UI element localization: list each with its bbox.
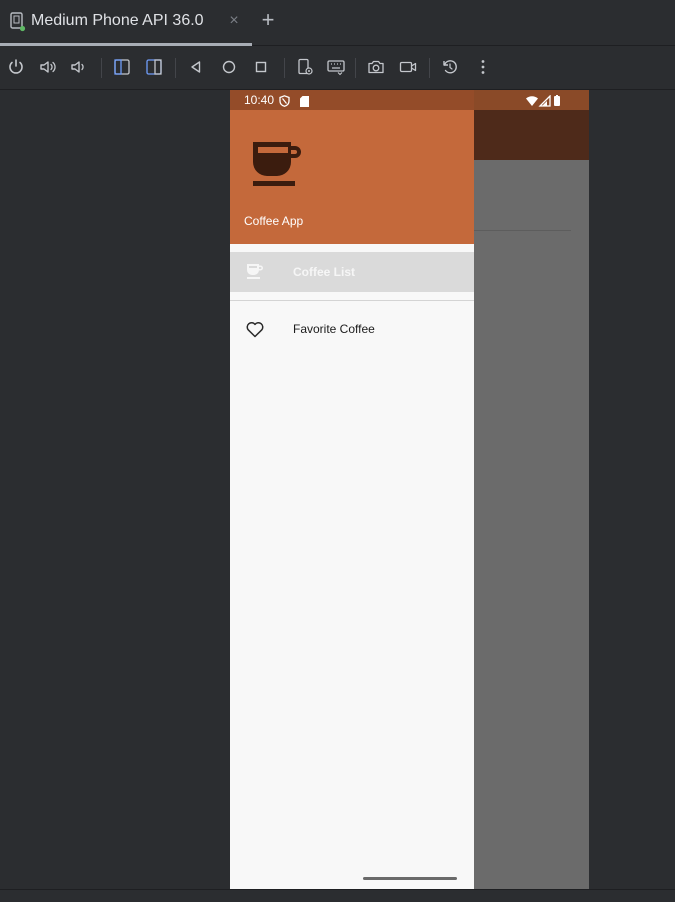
- back-icon[interactable]: [186, 57, 206, 77]
- toolbar-separator: [355, 58, 356, 78]
- add-tab-icon[interactable]: +: [259, 9, 277, 31]
- drawer-item-label: Favorite Coffee: [293, 322, 375, 336]
- drawer-divider: [230, 300, 474, 301]
- rotate-left-icon[interactable]: [112, 57, 132, 77]
- toolbar-separator: [101, 58, 102, 78]
- shield-icon: [279, 94, 290, 107]
- coffee-cup-icon: [250, 140, 304, 190]
- camera-icon[interactable]: [366, 57, 386, 77]
- volume-down-icon[interactable]: [69, 57, 89, 77]
- extended-controls-icon[interactable]: [295, 57, 315, 77]
- home-icon[interactable]: [219, 57, 239, 77]
- coffee-cup-icon: [245, 263, 265, 281]
- drawer-item-favorite-coffee[interactable]: Favorite Coffee: [230, 309, 474, 349]
- toolbar-separator: [429, 58, 430, 78]
- tab-bar: Medium Phone API 36.0 × +: [0, 0, 675, 46]
- navigation-drawer: 10:40 Coffee App Coffee List Favorite Co…: [230, 90, 474, 889]
- rotate-right-icon[interactable]: [144, 57, 164, 77]
- heart-icon: [245, 320, 265, 338]
- phone-screen[interactable]: 10:40 Coffee App Coffee List Favorite Co…: [230, 90, 589, 889]
- drawer-header: Coffee App: [230, 110, 474, 244]
- drawer-item-coffee-list[interactable]: Coffee List: [230, 252, 474, 292]
- volume-up-icon[interactable]: [38, 57, 58, 77]
- more-icon[interactable]: [473, 57, 493, 77]
- status-time: 10:40: [244, 93, 275, 107]
- snapshot-icon[interactable]: [440, 57, 460, 77]
- close-icon[interactable]: ×: [228, 13, 240, 29]
- toolbar-separator: [175, 58, 176, 78]
- status-system-icons: [526, 94, 566, 107]
- emulator-toolbar: [0, 46, 675, 90]
- keyboard-icon[interactable]: [326, 57, 346, 77]
- drawer-status-bar: 10:40: [230, 90, 474, 110]
- drawer-item-label: Coffee List: [293, 265, 356, 279]
- power-icon[interactable]: [6, 57, 26, 77]
- drawer-header-title: Coffee App: [244, 214, 304, 228]
- gesture-navigation-bar[interactable]: [363, 877, 457, 880]
- sd-card-icon: [300, 94, 309, 107]
- app-divider: [474, 230, 571, 231]
- tab-title: Medium Phone API 36.0: [31, 12, 204, 29]
- bottom-status-strip: [0, 889, 675, 902]
- tab-emulator[interactable]: Medium Phone API 36.0 ×: [0, 0, 252, 46]
- device-icon: [9, 12, 27, 32]
- toolbar-separator: [284, 58, 285, 78]
- overview-icon[interactable]: [251, 57, 271, 77]
- screen-record-icon[interactable]: [398, 57, 418, 77]
